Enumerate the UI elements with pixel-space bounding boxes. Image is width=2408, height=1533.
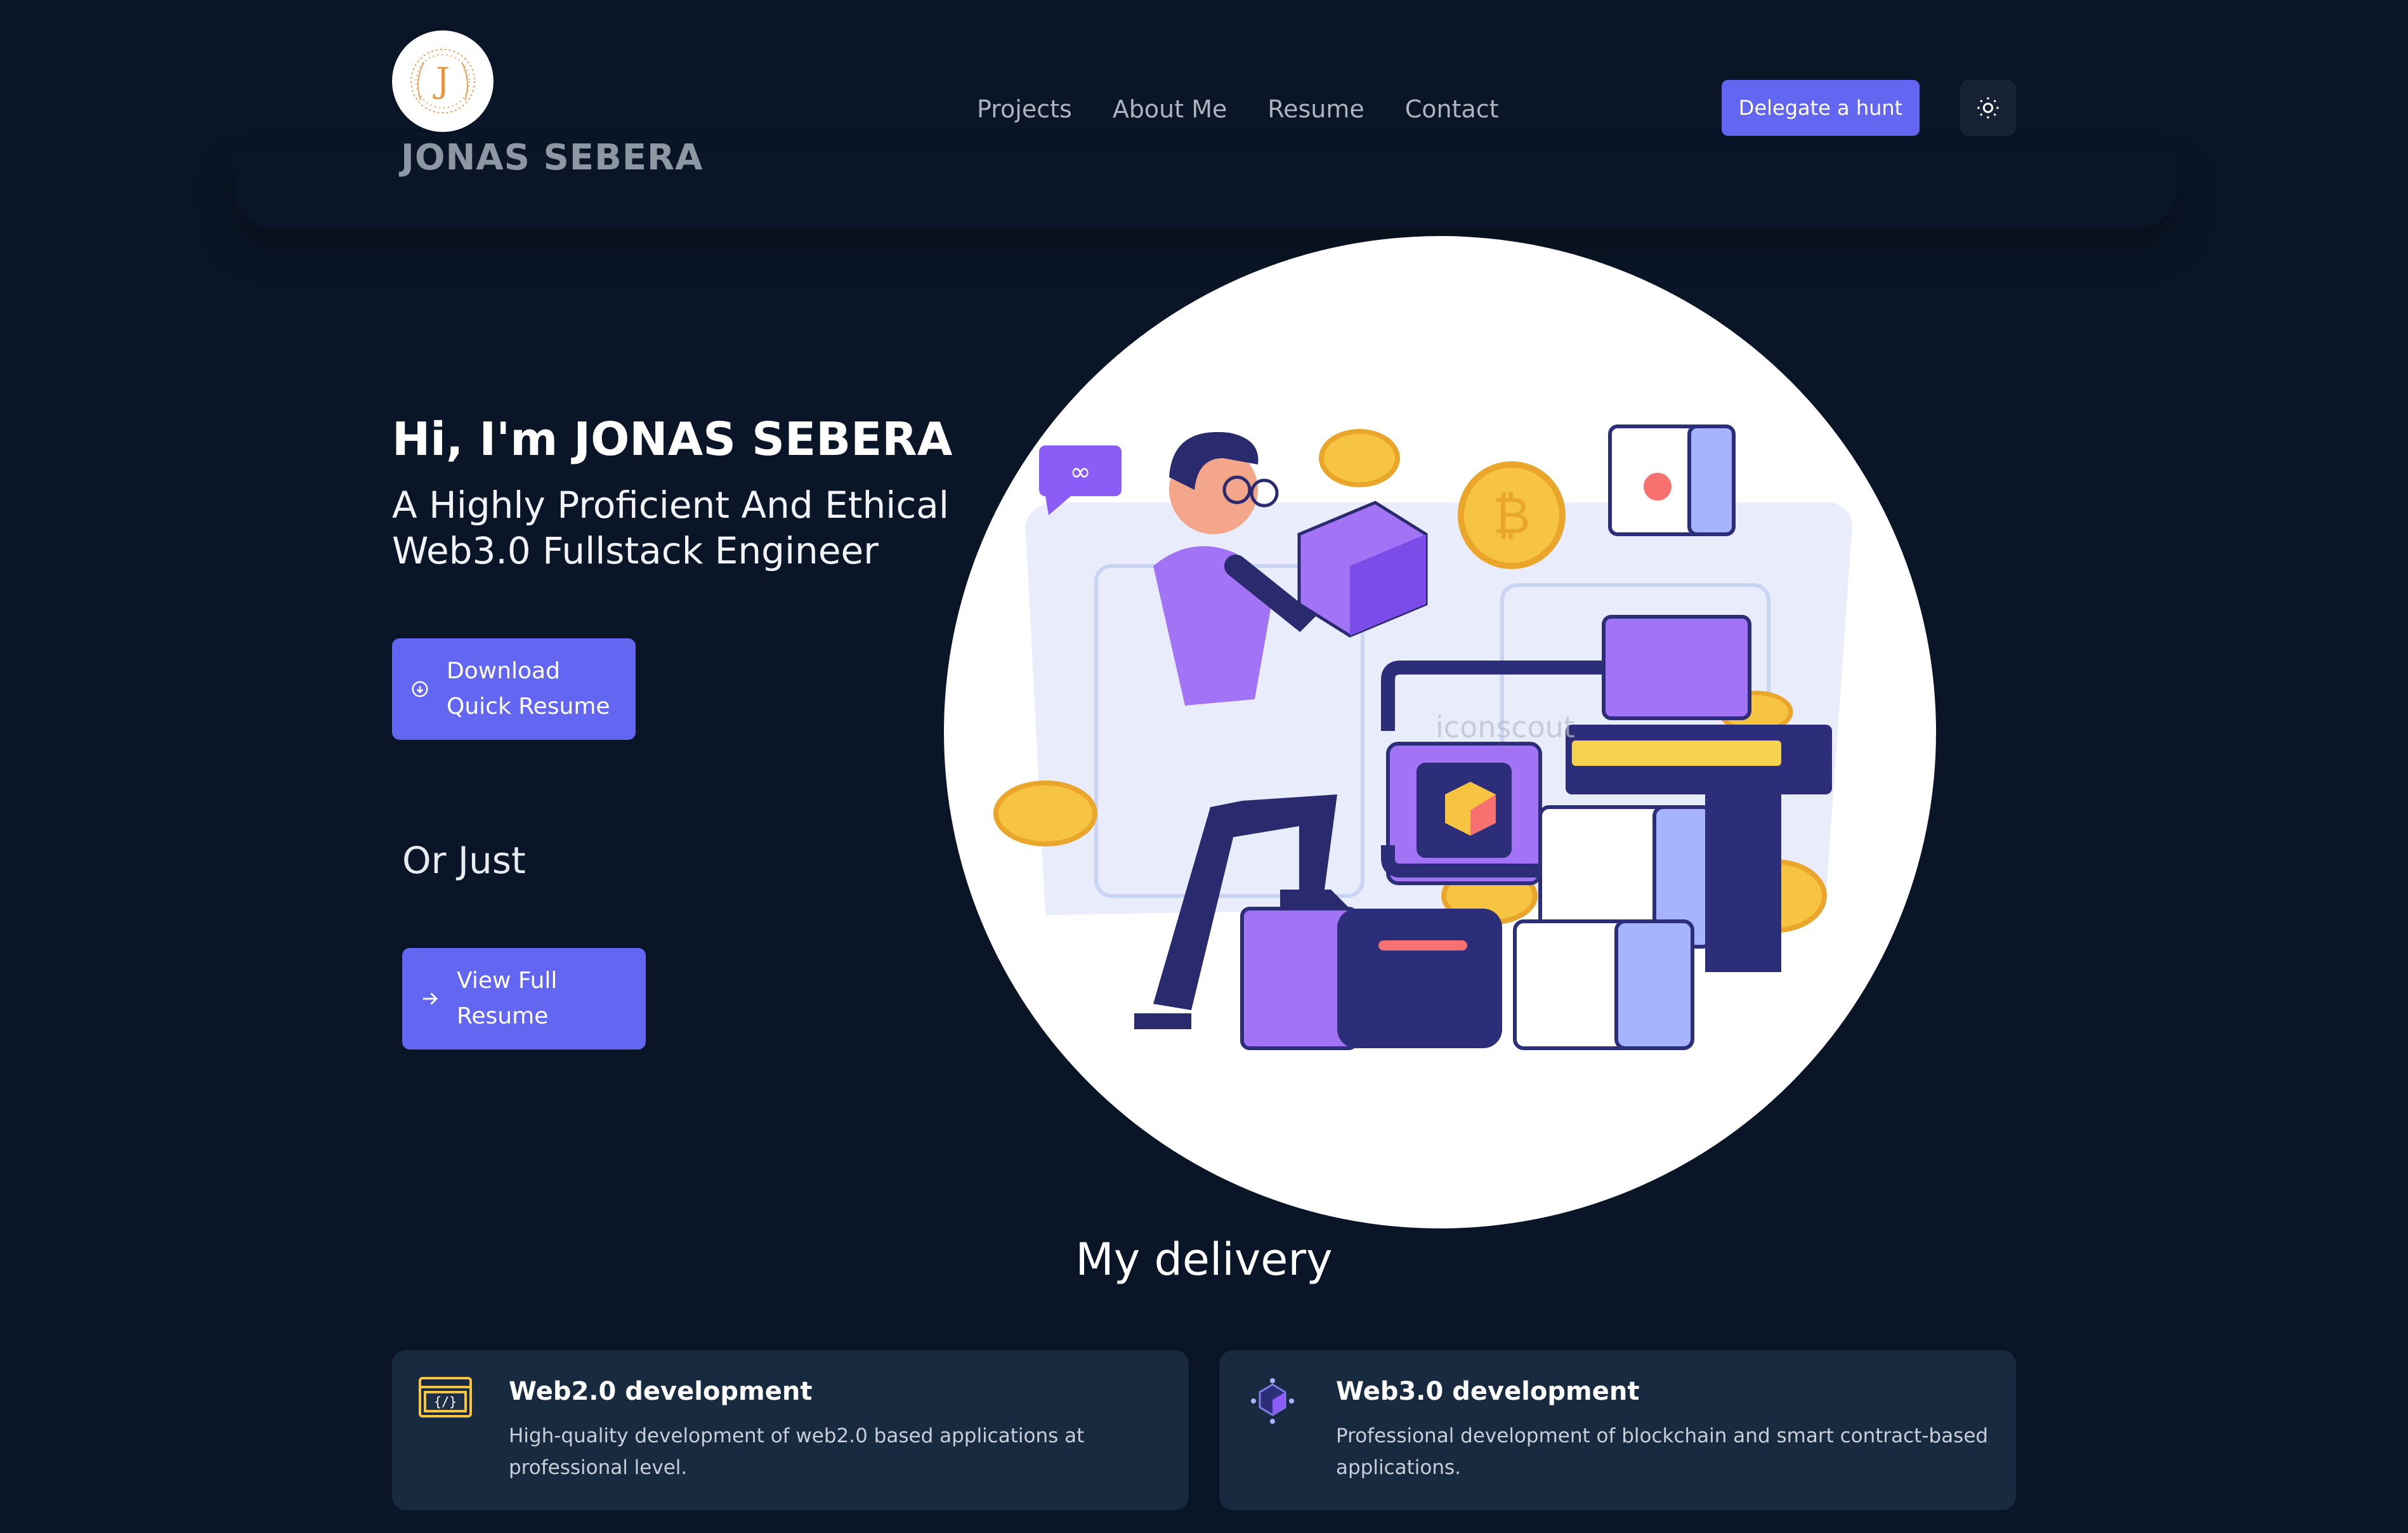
view-resume-label: View Full Resume bbox=[457, 968, 558, 1029]
svg-text:₿: ₿ bbox=[1493, 486, 1530, 545]
engineer-illustration: ∞ ₿ iconscout bbox=[993, 424, 1852, 1050]
service-card-web2[interactable]: {/} Web2.0 development High-quality deve… bbox=[392, 1350, 1189, 1510]
card-description: High-quality development of web2.0 based… bbox=[509, 1424, 1085, 1479]
hero-greeting: Hi, I'm JONAS SEBERA bbox=[392, 412, 953, 466]
hero-tagline: A Highly Proficient And Ethical Web3.0 F… bbox=[392, 484, 949, 572]
nav-about-me[interactable]: About Me bbox=[1113, 95, 1227, 123]
main-nav: Projects About Me Resume Contact bbox=[977, 95, 1499, 123]
svg-text:{/}: {/} bbox=[434, 1394, 457, 1409]
delegate-hunt-button[interactable]: Delegate a hunt bbox=[1722, 80, 1920, 136]
download-circle-icon bbox=[401, 680, 439, 699]
download-resume-button[interactable]: Download Quick Resume bbox=[392, 638, 636, 740]
arrow-right-icon bbox=[411, 988, 449, 1010]
or-just-text: Or Just bbox=[402, 839, 526, 882]
service-card-web3[interactable]: Web3.0 development Professional developm… bbox=[1219, 1350, 2016, 1510]
view-resume-button[interactable]: View Full Resume bbox=[402, 948, 646, 1049]
nav-contact[interactable]: Contact bbox=[1405, 95, 1499, 123]
brand-name[interactable]: JONAS SEBERA bbox=[401, 137, 703, 178]
theme-toggle-button[interactable] bbox=[1960, 80, 2016, 136]
nav-projects[interactable]: Projects bbox=[977, 95, 1072, 123]
illustration-watermark: iconscout bbox=[1436, 710, 1575, 744]
card-title: Web2.0 development bbox=[509, 1377, 813, 1406]
code-window-icon: {/} bbox=[417, 1376, 476, 1426]
sun-icon bbox=[1977, 97, 1999, 119]
download-resume-label: Download Quick Resume bbox=[447, 658, 610, 720]
delivery-section-title: My delivery bbox=[1075, 1234, 1333, 1286]
logo-wreath-icon: J bbox=[410, 49, 475, 114]
card-description: Professional development of blockchain a… bbox=[1336, 1424, 1989, 1479]
card-title: Web3.0 development bbox=[1336, 1377, 1640, 1406]
svg-text:∞: ∞ bbox=[1070, 457, 1090, 487]
hero-illustration: ∞ ₿ iconscout bbox=[944, 236, 1936, 1228]
logo-letter: J bbox=[433, 60, 450, 100]
logo[interactable]: J bbox=[392, 30, 494, 132]
nav-resume[interactable]: Resume bbox=[1267, 95, 1364, 123]
blockchain-cube-icon bbox=[1245, 1376, 1303, 1426]
